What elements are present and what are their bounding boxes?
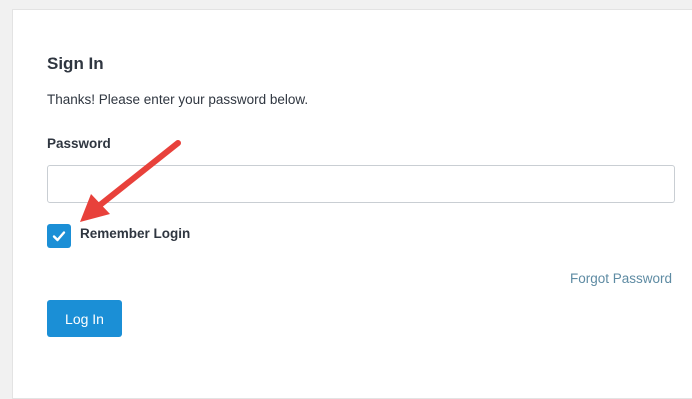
instruction-text: Thanks! Please enter your password below… — [47, 92, 309, 107]
forgot-password-link[interactable]: Forgot Password — [570, 271, 672, 286]
password-field[interactable] — [47, 165, 675, 203]
remember-login-label: Remember Login — [80, 225, 191, 241]
log-in-button[interactable]: Log In — [47, 300, 122, 337]
sign-in-card: Sign In Thanks! Please enter your passwo… — [12, 9, 692, 399]
page-title: Sign In — [47, 54, 104, 73]
remember-login-toggle[interactable]: Remember Login — [47, 224, 190, 248]
remember-login-checkbox[interactable] — [47, 224, 71, 248]
password-label: Password — [47, 136, 111, 151]
checkmark-icon — [52, 231, 66, 242]
